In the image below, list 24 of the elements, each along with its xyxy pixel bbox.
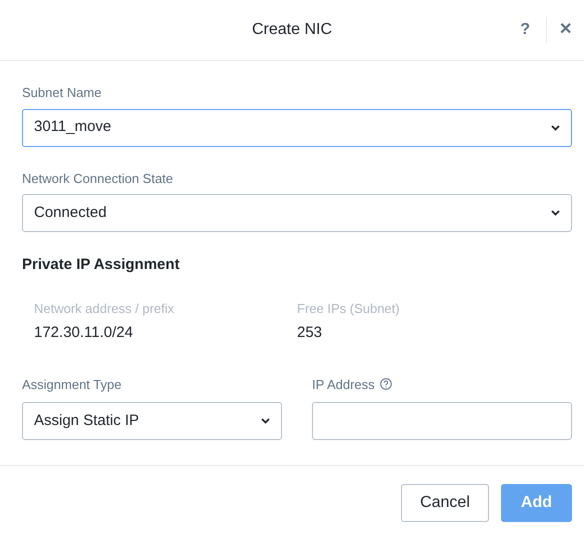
- section-title: Private IP Assignment: [22, 255, 181, 275]
- dropdown-value: 3011_move: [34, 117, 112, 138]
- field-label: IP Address: [312, 376, 375, 394]
- chevron-down-icon: [261, 418, 270, 424]
- info-value: 172.30.11.0/24: [34, 323, 134, 343]
- dropdown[interactable]: 3011_move: [22, 108, 572, 146]
- info-label: Network address / prefix: [34, 300, 176, 318]
- dropdown[interactable]: Connected: [22, 194, 572, 232]
- field-label: Assignment Type: [22, 376, 122, 394]
- info-label: Free IPs (Subnet): [297, 300, 401, 318]
- field-label: Network Connection State: [22, 170, 174, 188]
- dropdown[interactable]: Assign Static IP: [22, 402, 282, 440]
- dropdown-value: Connected: [34, 202, 107, 223]
- chevron-down-icon: [551, 210, 560, 216]
- field-label: Subnet Name: [22, 84, 102, 102]
- input-field[interactable]: [312, 402, 572, 440]
- cancel-button[interactable]: Cancel: [401, 484, 489, 522]
- close-button[interactable]: ✕: [551, 18, 580, 42]
- dropdown-value: Assign Static IP: [34, 410, 140, 431]
- info-value: 253: [297, 323, 324, 343]
- dialog-title: Create NIC: [252, 20, 332, 40]
- help-button[interactable]: ?: [512, 18, 538, 42]
- chevron-down-icon: [551, 124, 560, 130]
- help-icon[interactable]: [380, 378, 392, 390]
